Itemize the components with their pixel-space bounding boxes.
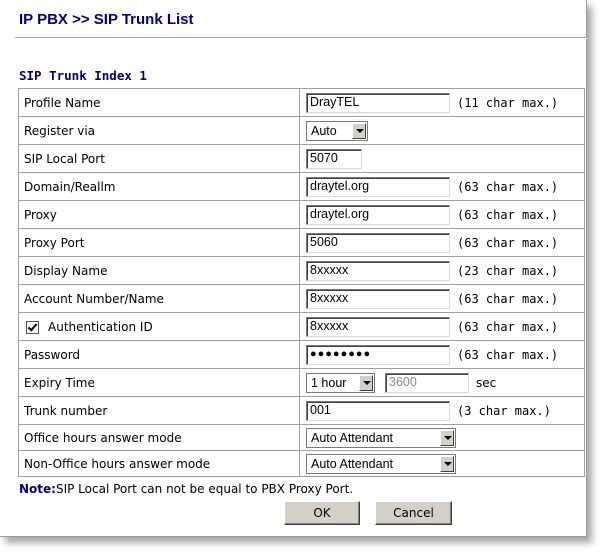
row-office-hours-mode: Office hours answer mode Auto Attendant: [18, 424, 585, 451]
account-number-input[interactable]: 8xxxxx: [306, 288, 450, 309]
trunk-number-input[interactable]: 001: [306, 400, 450, 421]
row-non-office-hours-mode: Non-Office hours answer mode Auto Attend…: [18, 450, 585, 477]
proxy-input[interactable]: draytel.org: [306, 204, 450, 225]
expiry-seconds-input: 3600: [385, 372, 469, 393]
row-authentication-id: Authentication ID 8xxxxx (63 char max.): [18, 312, 585, 341]
sip-trunk-form: Profile Name DrayTEL (11 char max.) Regis…: [18, 88, 585, 477]
chevron-down-icon[interactable]: [440, 455, 454, 472]
office-hours-mode-label: Office hours answer mode: [18, 424, 300, 451]
expiry-unit: sec: [476, 375, 497, 390]
authentication-id-input[interactable]: 8xxxxx: [306, 316, 450, 337]
proxy-port-label: Proxy Port: [18, 228, 300, 257]
row-expiry-time: Expiry Time 1 hour 3600 sec: [18, 368, 585, 397]
trunk-number-label: Trunk number: [18, 396, 300, 425]
proxy-label: Proxy: [18, 200, 300, 229]
authentication-id-hint: (63 char max.): [457, 319, 559, 334]
row-proxy: Proxy draytel.org (63 char max.): [18, 200, 585, 229]
row-account-number: Account Number/Name 8xxxxx (63 char max.): [18, 284, 585, 313]
expiry-time-label: Expiry Time: [18, 368, 300, 397]
authentication-id-label: Authentication ID: [48, 319, 153, 334]
display-name-input[interactable]: 8xxxxx: [306, 260, 450, 281]
domain-realm-input[interactable]: draytel.org: [306, 176, 450, 197]
row-register-via: Register via Auto: [18, 116, 585, 145]
cancel-button[interactable]: Cancel: [375, 501, 452, 525]
office-hours-mode-select[interactable]: Auto Attendant: [306, 427, 456, 448]
row-trunk-number: Trunk number 001 (3 char max.): [18, 396, 585, 425]
expiry-time-select[interactable]: 1 hour: [306, 372, 375, 393]
sip-local-port-label: SIP Local Port: [18, 144, 300, 173]
section-title: SIP Trunk Index 1: [19, 68, 147, 83]
authentication-id-checkbox[interactable]: [26, 320, 39, 334]
page-frame: IP PBX >> SIP Trunk List SIP Trunk Index…: [0, 0, 587, 537]
password-hint: (63 char max.): [457, 347, 559, 362]
display-name-label: Display Name: [18, 256, 300, 285]
profile-name-hint: (11 char max.): [457, 95, 559, 110]
note-key: Note:: [19, 482, 56, 496]
profile-name-input[interactable]: DrayTEL: [306, 92, 450, 113]
register-via-label: Register via: [18, 116, 300, 145]
sip-local-port-input[interactable]: 5070: [306, 148, 362, 169]
row-password: Password ●●●●●●●● (63 char max.): [18, 340, 585, 369]
row-display-name: Display Name 8xxxxx (23 char max.): [18, 256, 585, 285]
register-via-value: Auto: [311, 123, 337, 138]
proxy-hint: (63 char max.): [457, 207, 559, 222]
chevron-down-icon[interactable]: [359, 374, 373, 391]
page-title: IP PBX >> SIP Trunk List: [19, 11, 194, 28]
domain-realm-label: Domain/Reallm: [18, 172, 300, 201]
row-profile-name: Profile Name DrayTEL (11 char max.): [18, 88, 585, 117]
row-proxy-port: Proxy Port 5060 (63 char max.): [18, 228, 585, 257]
ok-button[interactable]: OK: [284, 501, 360, 525]
office-hours-mode-value: Auto Attendant: [311, 430, 394, 445]
trunk-number-hint: (3 char max.): [457, 403, 551, 418]
proxy-port-input[interactable]: 5060: [306, 232, 450, 253]
proxy-port-hint: (63 char max.): [457, 235, 559, 250]
chevron-down-icon[interactable]: [440, 429, 454, 446]
display-name-hint: (23 char max.): [457, 263, 559, 278]
profile-name-label: Profile Name: [18, 88, 300, 117]
title-divider: [15, 37, 587, 39]
register-via-select[interactable]: Auto: [306, 120, 368, 141]
account-number-label: Account Number/Name: [18, 284, 300, 313]
non-office-hours-mode-label: Non-Office hours answer mode: [18, 450, 300, 477]
note-text: Note:SIP Local Port can not be equal to …: [19, 482, 353, 496]
chevron-down-icon[interactable]: [352, 122, 366, 139]
non-office-hours-mode-select[interactable]: Auto Attendant: [306, 453, 456, 474]
password-label: Password: [18, 340, 300, 369]
account-number-hint: (63 char max.): [457, 291, 559, 306]
note-body: SIP Local Port can not be equal to PBX P…: [55, 482, 354, 496]
row-domain-realm: Domain/Reallm draytel.org (63 char max.): [18, 172, 585, 201]
non-office-hours-mode-value: Auto Attendant: [311, 456, 394, 471]
password-input[interactable]: ●●●●●●●●: [306, 344, 450, 365]
row-sip-local-port: SIP Local Port 5070: [18, 144, 585, 173]
domain-realm-hint: (63 char max.): [457, 179, 559, 194]
expiry-time-value: 1 hour: [311, 375, 347, 390]
